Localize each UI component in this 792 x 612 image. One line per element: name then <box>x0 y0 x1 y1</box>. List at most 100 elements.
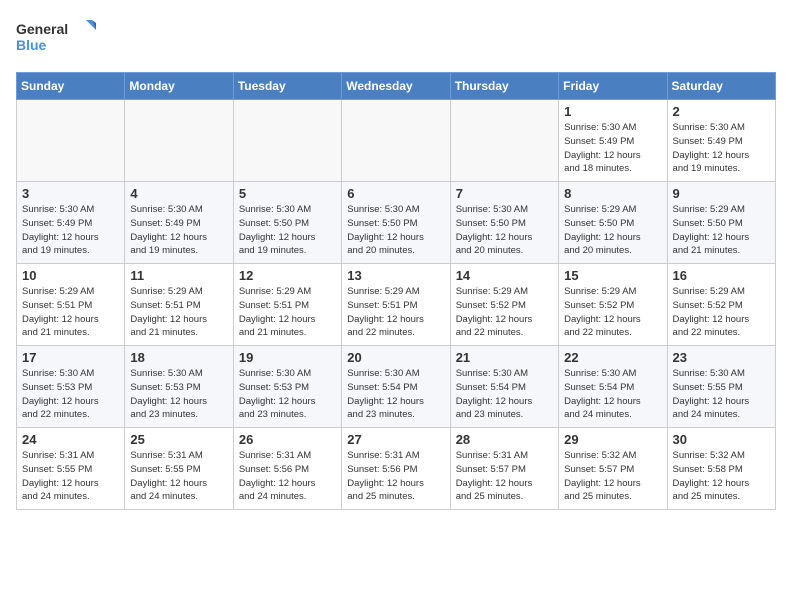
day-number: 25 <box>130 432 227 447</box>
calendar-cell: 12Sunrise: 5:29 AM Sunset: 5:51 PM Dayli… <box>233 264 341 346</box>
day-info: Sunrise: 5:30 AM Sunset: 5:50 PM Dayligh… <box>347 203 444 258</box>
day-number: 28 <box>456 432 553 447</box>
calendar-header: SundayMondayTuesdayWednesdayThursdayFrid… <box>17 73 776 100</box>
calendar-cell: 13 Sunrise: 5:29 AM Sunset: 5:51 PM Dayli… <box>342 264 450 346</box>
calendar-body: 1 Sunrise: 5:30 AM Sunset: 5:49 PM Daylig… <box>17 100 776 510</box>
calendar-cell: 25 Sunrise: 5:31 AM Sunset: 5:55 PM Dayli… <box>125 428 233 510</box>
calendar-cell: 15 Sunrise: 5:29 AM Sunset: 5:52 PM Dayli… <box>559 264 667 346</box>
calendar-cell: 7Sunrise: 5:30 AM Sunset: 5:50 PM Daylig… <box>450 182 558 264</box>
weekday-header: Sunday <box>17 73 125 100</box>
day-info: Sunrise: 5:31 AM Sunset: 5:55 PM Dayligh… <box>22 449 119 504</box>
day-info: Sunrise: 5:30 AM Sunset: 5:49 PM Dayligh… <box>564 121 661 176</box>
calendar-week-row: 17Sunrise: 5:30 AM Sunset: 5:53 PM Dayli… <box>17 346 776 428</box>
calendar-cell: 1 Sunrise: 5:30 AM Sunset: 5:49 PM Daylig… <box>559 100 667 182</box>
day-info: Sunrise: 5:32 AM Sunset: 5:57 PM Dayligh… <box>564 449 661 504</box>
day-info: Sunrise: 5:31 AM Sunset: 5:57 PM Dayligh… <box>456 449 553 504</box>
day-info: Sunrise: 5:30 AM Sunset: 5:55 PM Dayligh… <box>673 367 770 422</box>
day-number: 13 <box>347 268 444 283</box>
day-info: Sunrise: 5:30 AM Sunset: 5:54 PM Dayligh… <box>347 367 444 422</box>
calendar-week-row: 1 Sunrise: 5:30 AM Sunset: 5:49 PM Daylig… <box>17 100 776 182</box>
day-number: 22 <box>564 350 661 365</box>
weekday-header: Wednesday <box>342 73 450 100</box>
calendar-cell: 23 Sunrise: 5:30 AM Sunset: 5:55 PM Dayli… <box>667 346 775 428</box>
day-number: 6 <box>347 186 444 201</box>
calendar-cell: 20 Sunrise: 5:30 AM Sunset: 5:54 PM Dayli… <box>342 346 450 428</box>
calendar-cell: 4 Sunrise: 5:30 AM Sunset: 5:49 PM Daylig… <box>125 182 233 264</box>
calendar-week-row: 3 Sunrise: 5:30 AM Sunset: 5:49 PM Daylig… <box>17 182 776 264</box>
calendar-cell: 3Sunrise: 5:30 AM Sunset: 5:49 PM Daylig… <box>17 182 125 264</box>
calendar-cell: 11 Sunrise: 5:29 AM Sunset: 5:51 PM Dayli… <box>125 264 233 346</box>
weekday-header: Tuesday <box>233 73 341 100</box>
day-number: 1 <box>564 104 661 119</box>
logo: General Blue <box>16 16 96 60</box>
day-info: Sunrise: 5:30 AM Sunset: 5:53 PM Dayligh… <box>130 367 227 422</box>
day-number: 26 <box>239 432 336 447</box>
calendar-cell: 24 Sunrise: 5:31 AM Sunset: 5:55 PM Dayli… <box>17 428 125 510</box>
svg-text:Blue: Blue <box>16 37 47 53</box>
day-number: 30 <box>673 432 770 447</box>
day-info: Sunrise: 5:30 AM Sunset: 5:53 PM Dayligh… <box>22 367 119 422</box>
day-info: Sunrise: 5:30 AM Sunset: 5:54 PM Dayligh… <box>456 367 553 422</box>
day-number: 16 <box>673 268 770 283</box>
day-number: 12 <box>239 268 336 283</box>
day-info: Sunrise: 5:29 AM Sunset: 5:52 PM Dayligh… <box>456 285 553 340</box>
weekday-header: Saturday <box>667 73 775 100</box>
day-info: Sunrise: 5:30 AM Sunset: 5:53 PM Dayligh… <box>239 367 336 422</box>
day-number: 29 <box>564 432 661 447</box>
day-info: Sunrise: 5:32 AM Sunset: 5:58 PM Dayligh… <box>673 449 770 504</box>
calendar-cell <box>125 100 233 182</box>
day-number: 21 <box>456 350 553 365</box>
day-number: 14 <box>456 268 553 283</box>
day-info: Sunrise: 5:29 AM Sunset: 5:51 PM Dayligh… <box>347 285 444 340</box>
day-number: 27 <box>347 432 444 447</box>
calendar-cell: 10 Sunrise: 5:29 AM Sunset: 5:51 PM Dayli… <box>17 264 125 346</box>
day-info: Sunrise: 5:30 AM Sunset: 5:50 PM Dayligh… <box>239 203 336 258</box>
day-number: 20 <box>347 350 444 365</box>
day-number: 23 <box>673 350 770 365</box>
day-number: 24 <box>22 432 119 447</box>
calendar-cell: 19 Sunrise: 5:30 AM Sunset: 5:53 PM Dayli… <box>233 346 341 428</box>
day-info: Sunrise: 5:31 AM Sunset: 5:55 PM Dayligh… <box>130 449 227 504</box>
day-info: Sunrise: 5:29 AM Sunset: 5:52 PM Dayligh… <box>564 285 661 340</box>
calendar-cell: 30 Sunrise: 5:32 AM Sunset: 5:58 PM Dayli… <box>667 428 775 510</box>
day-info: Sunrise: 5:29 AM Sunset: 5:50 PM Dayligh… <box>564 203 661 258</box>
day-number: 3 <box>22 186 119 201</box>
logo-svg: General Blue <box>16 16 96 60</box>
calendar-cell <box>342 100 450 182</box>
calendar-cell: 28 Sunrise: 5:31 AM Sunset: 5:57 PM Dayli… <box>450 428 558 510</box>
day-number: 10 <box>22 268 119 283</box>
day-info: Sunrise: 5:29 AM Sunset: 5:50 PM Dayligh… <box>673 203 770 258</box>
day-number: 11 <box>130 268 227 283</box>
day-number: 4 <box>130 186 227 201</box>
day-number: 7 <box>456 186 553 201</box>
calendar-cell: 27 Sunrise: 5:31 AM Sunset: 5:56 PM Dayli… <box>342 428 450 510</box>
calendar-cell: 17Sunrise: 5:30 AM Sunset: 5:53 PM Dayli… <box>17 346 125 428</box>
weekday-header: Monday <box>125 73 233 100</box>
calendar-cell <box>450 100 558 182</box>
calendar-cell: 8 Sunrise: 5:29 AM Sunset: 5:50 PM Daylig… <box>559 182 667 264</box>
day-info: Sunrise: 5:31 AM Sunset: 5:56 PM Dayligh… <box>239 449 336 504</box>
weekday-header: Friday <box>559 73 667 100</box>
day-number: 15 <box>564 268 661 283</box>
calendar-cell: 5Sunrise: 5:30 AM Sunset: 5:50 PM Daylig… <box>233 182 341 264</box>
calendar-cell: 22Sunrise: 5:30 AM Sunset: 5:54 PM Dayli… <box>559 346 667 428</box>
day-number: 8 <box>564 186 661 201</box>
calendar-cell: 14 Sunrise: 5:29 AM Sunset: 5:52 PM Dayli… <box>450 264 558 346</box>
day-info: Sunrise: 5:31 AM Sunset: 5:56 PM Dayligh… <box>347 449 444 504</box>
day-number: 19 <box>239 350 336 365</box>
page-header: General Blue <box>16 16 776 60</box>
calendar-cell: 21 Sunrise: 5:30 AM Sunset: 5:54 PM Dayli… <box>450 346 558 428</box>
calendar-table: SundayMondayTuesdayWednesdayThursdayFrid… <box>16 72 776 510</box>
day-info: Sunrise: 5:30 AM Sunset: 5:49 PM Dayligh… <box>130 203 227 258</box>
day-number: 9 <box>673 186 770 201</box>
calendar-cell: 2 Sunrise: 5:30 AM Sunset: 5:49 PM Daylig… <box>667 100 775 182</box>
day-info: Sunrise: 5:29 AM Sunset: 5:51 PM Dayligh… <box>22 285 119 340</box>
calendar-cell: 6 Sunrise: 5:30 AM Sunset: 5:50 PM Daylig… <box>342 182 450 264</box>
day-number: 2 <box>673 104 770 119</box>
day-number: 18 <box>130 350 227 365</box>
day-info: Sunrise: 5:30 AM Sunset: 5:49 PM Dayligh… <box>673 121 770 176</box>
day-info: Sunrise: 5:29 AM Sunset: 5:51 PM Dayligh… <box>130 285 227 340</box>
calendar-cell <box>233 100 341 182</box>
calendar-week-row: 10 Sunrise: 5:29 AM Sunset: 5:51 PM Dayli… <box>17 264 776 346</box>
calendar-cell: 29 Sunrise: 5:32 AM Sunset: 5:57 PM Dayli… <box>559 428 667 510</box>
